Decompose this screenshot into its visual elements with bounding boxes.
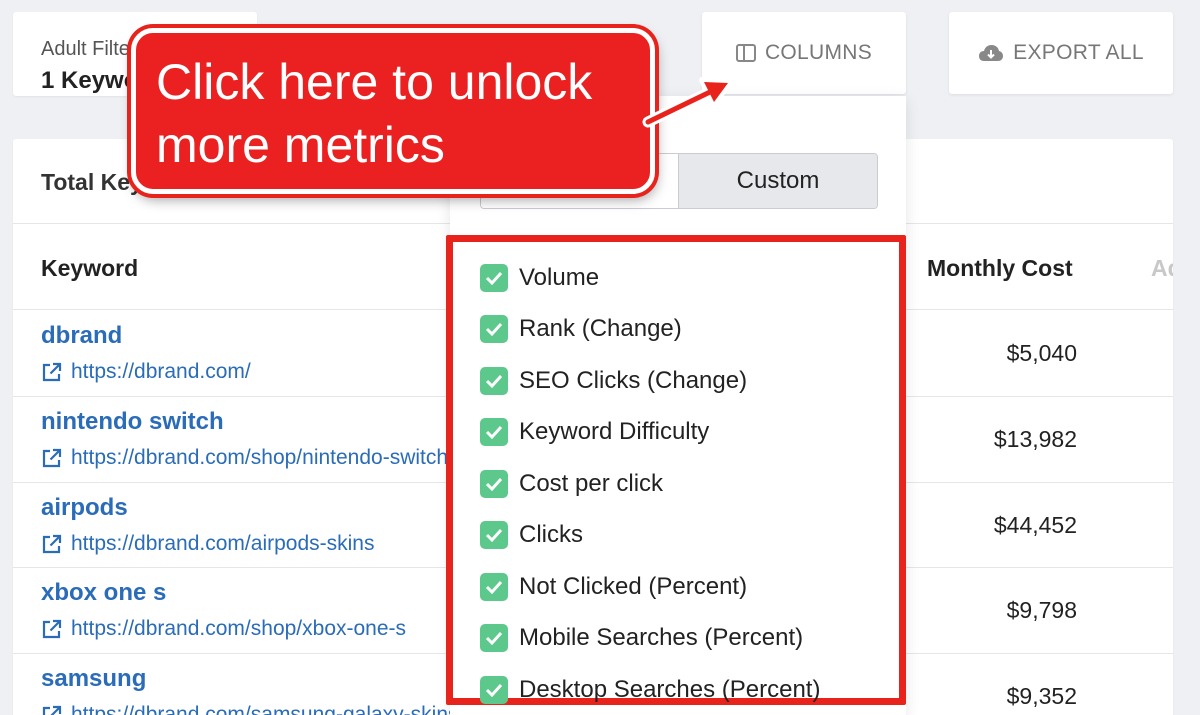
check-icon[interactable] xyxy=(480,469,508,498)
column-header-keyword[interactable]: Keyword xyxy=(41,255,138,282)
monthly-cost-value: $13,982 xyxy=(993,426,1077,452)
external-link-icon xyxy=(41,619,62,640)
url-text: https://dbrand.com/samsung-galaxy-skins xyxy=(71,703,459,715)
keyword-link[interactable]: nintendo switch xyxy=(41,408,224,436)
adult-filter-label: Adult Filter xyxy=(41,38,137,60)
annotation-arrow-icon xyxy=(642,77,733,128)
check-icon[interactable] xyxy=(480,675,508,704)
metric-label: Keyword Difficulty xyxy=(519,418,710,446)
check-icon[interactable] xyxy=(480,572,508,601)
check-icon[interactable] xyxy=(480,315,508,344)
metric-label: Desktop Searches (Percent) xyxy=(519,675,821,703)
metric-option-not-clicked[interactable]: Not Clicked (Percent) xyxy=(453,561,899,613)
column-header-ad[interactable]: Ad xyxy=(1151,255,1173,282)
external-link-icon xyxy=(41,448,62,469)
callout-line-1: Click here to unlock xyxy=(156,54,593,110)
url-text: https://dbrand.com/shop/xbox-one-s xyxy=(71,617,407,640)
check-icon[interactable] xyxy=(480,418,508,447)
monthly-cost-value: $5,040 xyxy=(1006,340,1077,366)
metrics-checklist: Volume Rank (Change) SEO Clicks (Change)… xyxy=(446,235,906,705)
check-icon[interactable] xyxy=(480,624,508,653)
url-text: https://dbrand.com/ xyxy=(71,360,251,383)
metric-label: SEO Clicks (Change) xyxy=(519,366,748,394)
keyword-link[interactable]: xbox one s xyxy=(41,579,166,607)
export-all-button[interactable]: EXPORT ALL xyxy=(949,12,1173,94)
check-icon[interactable] xyxy=(480,521,508,550)
url-link[interactable]: https://dbrand.com/shop/nintendo-switch xyxy=(41,446,448,470)
metric-label: Mobile Searches (Percent) xyxy=(519,624,804,652)
keyword-link[interactable]: dbrand xyxy=(41,322,122,350)
metric-label: Cost per click xyxy=(519,469,664,497)
monthly-cost-value: $9,798 xyxy=(1006,597,1077,623)
external-link-icon xyxy=(41,362,62,383)
metric-label: Rank (Change) xyxy=(519,315,682,343)
export-all-label: EXPORT ALL xyxy=(1013,41,1144,64)
metric-option-mobile-searches[interactable]: Mobile Searches (Percent) xyxy=(453,613,899,665)
url-text: https://dbrand.com/shop/nintendo-switch xyxy=(71,446,449,469)
url-text: https://dbrand.com/airpods-skins xyxy=(71,532,375,555)
metric-label: Not Clicked (Percent) xyxy=(519,572,748,600)
annotation-callout: Click here to unlock more metrics xyxy=(131,28,655,194)
url-link[interactable]: https://dbrand.com/airpods-skins xyxy=(41,532,374,556)
cloud-download-icon xyxy=(978,43,1004,63)
monthly-cost-value: $9,352 xyxy=(1006,683,1077,709)
metric-option-seo-clicks-change[interactable]: SEO Clicks (Change) xyxy=(453,355,899,407)
check-icon[interactable] xyxy=(480,263,508,292)
columns-button-label: COLUMNS xyxy=(764,41,873,64)
keyword-link[interactable]: airpods xyxy=(41,494,128,522)
callout-line-2: more metrics xyxy=(156,117,445,173)
columns-icon xyxy=(735,44,756,62)
keyword-link[interactable]: samsung xyxy=(41,665,146,693)
external-link-icon xyxy=(41,534,62,555)
url-link[interactable]: https://dbrand.com/ xyxy=(41,360,251,384)
url-link[interactable]: https://dbrand.com/samsung-galaxy-skins xyxy=(41,703,459,715)
column-header-monthly-cost[interactable]: Monthly Cost xyxy=(927,255,1073,282)
metric-option-desktop-searches[interactable]: Desktop Searches (Percent) xyxy=(453,664,899,715)
metric-option-clicks[interactable]: Clicks xyxy=(453,510,899,562)
metric-option-volume[interactable]: Volume xyxy=(453,252,899,304)
metric-label: Volume xyxy=(519,263,600,291)
metric-option-cost-per-click[interactable]: Cost per click xyxy=(453,458,899,510)
check-icon[interactable] xyxy=(480,366,508,395)
metric-label: Clicks xyxy=(519,521,583,549)
metric-option-rank-change[interactable]: Rank (Change) xyxy=(453,304,899,356)
preset-custom-option[interactable]: Custom xyxy=(679,154,877,208)
monthly-cost-value: $44,452 xyxy=(993,512,1077,538)
external-link-icon xyxy=(41,705,62,715)
metric-option-keyword-difficulty[interactable]: Keyword Difficulty xyxy=(453,407,899,459)
url-link[interactable]: https://dbrand.com/shop/xbox-one-s xyxy=(41,617,406,641)
